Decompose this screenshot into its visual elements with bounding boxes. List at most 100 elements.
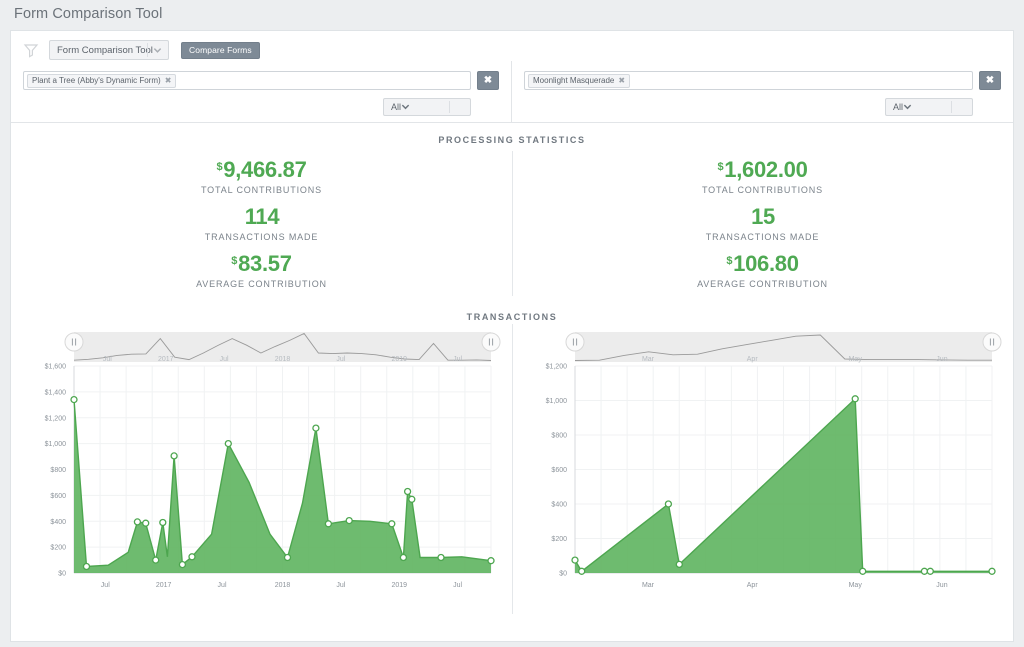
data-point-marker[interactable] bbox=[70, 395, 78, 404]
value-text: 106.80 bbox=[733, 251, 799, 276]
currency-symbol: $ bbox=[216, 161, 223, 173]
data-point-marker[interactable] bbox=[324, 520, 333, 528]
right-total-contributions-label: TOTAL CONTRIBUTIONS bbox=[702, 185, 823, 195]
left-tag-row: Plant a Tree (Abby's Dynamic Form) ✖ ✖ bbox=[23, 71, 499, 90]
navigator-tick-label: 2017 bbox=[158, 356, 174, 363]
data-point-marker[interactable] bbox=[388, 520, 396, 528]
navigator-tick-label: Jul bbox=[336, 356, 345, 363]
data-point-marker[interactable] bbox=[188, 553, 196, 561]
transactions-heading: TRANSACTIONS bbox=[466, 312, 558, 322]
data-point-marker[interactable] bbox=[408, 495, 416, 503]
data-point-marker[interactable] bbox=[571, 556, 579, 564]
navigator-handle-right[interactable] bbox=[481, 332, 501, 352]
y-axis-tick-label: $1,400 bbox=[45, 389, 67, 396]
right-transactions-chart-svg: Mar Apr May Jun $0 $200 $400 $600 $800 $1,000 $1,2… bbox=[546, 332, 1002, 589]
data-point-marker[interactable] bbox=[178, 560, 187, 569]
left-clear-button[interactable]: ✖ bbox=[477, 71, 499, 90]
data-point-marker[interactable] bbox=[851, 395, 859, 403]
left-scope-select[interactable]: All bbox=[383, 98, 471, 116]
data-point-marker[interactable] bbox=[920, 567, 929, 575]
left-scope-row: All bbox=[23, 98, 499, 116]
statistics-area: $9,466.87 TOTAL CONTRIBUTIONS 114 TRANSA… bbox=[11, 147, 1013, 300]
left-transactions-chart[interactable]: Jul 2017 Jul 2018 Jul 2019 Jul $0 $200 $400 $600 $8… bbox=[11, 324, 512, 614]
compare-forms-button[interactable]: Compare Forms bbox=[181, 41, 260, 59]
x-axis-tick-label: Apr bbox=[747, 582, 759, 589]
left-total-contributions-stat: $9,466.87 TOTAL CONTRIBUTIONS bbox=[11, 159, 512, 196]
chevron-down-icon bbox=[903, 102, 912, 113]
data-point-marker[interactable] bbox=[224, 439, 232, 448]
right-transactions-chart[interactable]: Mar Apr May Jun $0 $200 $400 $600 $800 $1,000 $1,2… bbox=[512, 324, 1013, 614]
navigator-handle-left[interactable] bbox=[565, 332, 585, 352]
select-divider bbox=[951, 101, 952, 113]
data-point-marker[interactable] bbox=[142, 519, 150, 527]
right-scope-value: All bbox=[893, 102, 904, 112]
page-title: Form Comparison Tool bbox=[14, 6, 163, 22]
right-scope-select[interactable]: All bbox=[885, 98, 973, 116]
value-text: 1,602.00 bbox=[724, 157, 808, 182]
value-text: 15 bbox=[751, 204, 775, 229]
right-form-tag-label: Moonlight Masquerade bbox=[533, 76, 615, 85]
data-point-marker[interactable] bbox=[345, 516, 353, 525]
processing-statistics-heading: PROCESSING STATISTICS bbox=[438, 135, 586, 145]
report-select[interactable]: Form Comparison Tool bbox=[49, 40, 169, 60]
left-transactions-made-stat: 114 TRANSACTIONS MADE bbox=[11, 204, 512, 243]
data-point-marker[interactable] bbox=[312, 424, 320, 432]
navigator-tick-label: Jun bbox=[936, 356, 947, 363]
y-axis-tick-label: $200 bbox=[50, 545, 66, 552]
left-form-tag[interactable]: Plant a Tree (Abby's Dynamic Form) ✖ bbox=[27, 73, 177, 88]
navigator-handle-right[interactable] bbox=[982, 332, 1002, 352]
x-axis-tick-label: 2017 bbox=[156, 582, 172, 589]
x-axis-tick-label: May bbox=[849, 582, 863, 589]
value-text: 114 bbox=[244, 204, 280, 229]
data-point-marker[interactable] bbox=[578, 567, 586, 575]
navigator-tick-label: Mar bbox=[642, 356, 655, 363]
right-statistics-column: $1,602.00 TOTAL CONTRIBUTIONS 15 TRANSAC… bbox=[512, 147, 1013, 300]
right-average-contribution-label: AVERAGE CONTRIBUTION bbox=[697, 279, 828, 289]
close-x-icon[interactable]: ✖ bbox=[165, 76, 172, 85]
value-text: 83.57 bbox=[238, 251, 292, 276]
navigator-tick-label: 2018 bbox=[275, 356, 291, 363]
data-point-marker[interactable] bbox=[487, 557, 495, 565]
left-scope-value: All bbox=[391, 102, 402, 112]
chart-navigator[interactable]: Jul 2017 Jul 2018 Jul 2019 Jul bbox=[64, 332, 501, 363]
right-form-tag[interactable]: Moonlight Masquerade ✖ bbox=[528, 73, 631, 88]
currency-symbol: $ bbox=[726, 255, 733, 267]
left-form-input[interactable]: Plant a Tree (Abby's Dynamic Form) ✖ bbox=[23, 71, 471, 90]
y-axis-tick-label: $1,000 bbox=[546, 398, 568, 405]
data-point-marker[interactable] bbox=[988, 567, 996, 575]
data-point-marker[interactable] bbox=[859, 567, 867, 575]
data-point-marker[interactable] bbox=[437, 553, 445, 562]
navigator-tick-label: Jul bbox=[103, 356, 112, 363]
left-transactions-made-label: TRANSACTIONS MADE bbox=[204, 232, 319, 242]
page-header: Form Comparison Tool bbox=[0, 0, 1024, 28]
data-point-marker[interactable] bbox=[159, 518, 167, 527]
data-point-marker[interactable] bbox=[675, 560, 683, 569]
right-clear-button[interactable]: ✖ bbox=[979, 71, 1001, 90]
navigator-handle-left[interactable] bbox=[64, 332, 84, 352]
data-point-marker[interactable] bbox=[399, 553, 408, 562]
left-form-tag-label: Plant a Tree (Abby's Dynamic Form) bbox=[32, 76, 161, 85]
close-x-icon[interactable]: ✖ bbox=[618, 76, 625, 85]
left-average-contribution-stat: $83.57 AVERAGE CONTRIBUTION bbox=[11, 253, 512, 290]
y-axis-tick-label: $400 bbox=[551, 502, 567, 509]
toolbar: Form Comparison Tool Compare Forms bbox=[11, 31, 1013, 61]
charts-area: Jul 2017 Jul 2018 Jul 2019 Jul $0 $200 $400 $600 $8… bbox=[11, 324, 1013, 614]
data-point-marker[interactable] bbox=[926, 567, 934, 575]
data-point-marker[interactable] bbox=[664, 500, 673, 508]
left-average-contribution-value: $83.57 bbox=[11, 253, 512, 275]
data-point-marker[interactable] bbox=[170, 452, 178, 460]
main-card: Form Comparison Tool Compare Forms Plant… bbox=[10, 30, 1014, 642]
data-point-marker[interactable] bbox=[82, 562, 91, 571]
right-form-input[interactable]: Moonlight Masquerade ✖ bbox=[524, 71, 973, 90]
data-point-marker[interactable] bbox=[283, 553, 292, 562]
navigator-tick-label: Apr bbox=[747, 356, 759, 363]
left-average-contribution-label: AVERAGE CONTRIBUTION bbox=[196, 279, 327, 289]
chart-navigator[interactable]: Mar Apr May Jun bbox=[565, 332, 1002, 363]
right-transactions-made-stat: 15 TRANSACTIONS MADE bbox=[512, 204, 1013, 243]
filter-panes: Plant a Tree (Abby's Dynamic Form) ✖ ✖ A… bbox=[11, 61, 1013, 123]
data-point-marker[interactable] bbox=[133, 518, 142, 526]
navigator-tick-label: 2019 bbox=[391, 356, 407, 363]
data-point-marker[interactable] bbox=[403, 487, 412, 496]
navigator-tick-label: May bbox=[849, 356, 863, 363]
data-point-marker[interactable] bbox=[152, 556, 160, 564]
